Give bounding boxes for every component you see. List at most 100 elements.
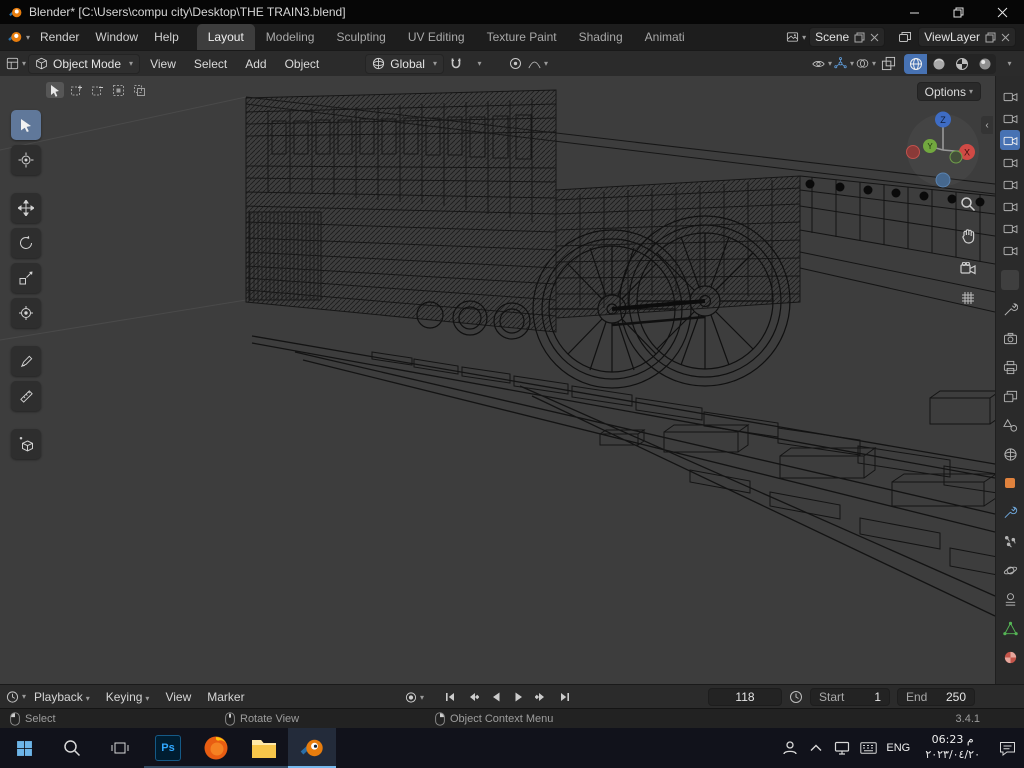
- scene-tab-icon[interactable]: [999, 414, 1021, 436]
- shading-material-button[interactable]: [950, 54, 973, 74]
- network-icon[interactable]: [829, 728, 855, 768]
- camera-icon-active[interactable]: [1000, 130, 1020, 150]
- view-layer-field[interactable]: ViewLayer: [918, 27, 1016, 47]
- workspace-tab-sculpting[interactable]: Sculpting: [325, 24, 396, 50]
- taskbar-explorer-icon[interactable]: [240, 728, 288, 768]
- timeline-marker-menu[interactable]: Marker: [199, 690, 252, 704]
- world-tab-icon[interactable]: [999, 443, 1021, 465]
- remove-view-layer-icon[interactable]: [1001, 33, 1010, 42]
- auto-keying-icon[interactable]: [405, 688, 424, 706]
- jump-to-start-button[interactable]: [440, 688, 459, 706]
- menu-view[interactable]: View: [142, 57, 184, 71]
- new-scene-icon[interactable]: [854, 32, 865, 43]
- language-indicator[interactable]: ENG: [881, 742, 915, 754]
- camera-icon[interactable]: [1000, 218, 1020, 238]
- tray-chevron-up-icon[interactable]: [803, 728, 829, 768]
- keying-menu[interactable]: Keying: [98, 690, 158, 704]
- render-tab-icon[interactable]: [999, 327, 1021, 349]
- taskbar-photoshop-icon[interactable]: Ps: [144, 728, 192, 768]
- prev-keyframe-button[interactable]: [463, 688, 482, 706]
- menu-add[interactable]: Add: [237, 57, 274, 71]
- camera-icon[interactable]: [1000, 174, 1020, 194]
- workspace-tab-shading[interactable]: Shading: [568, 24, 634, 50]
- play-button[interactable]: [509, 688, 528, 706]
- tool-cursor[interactable]: [11, 145, 41, 175]
- tool-annotate[interactable]: [11, 346, 41, 376]
- snap-options-icon[interactable]: [468, 54, 488, 74]
- tool-rotate[interactable]: [11, 228, 41, 258]
- xray-toggle-icon[interactable]: [878, 54, 898, 74]
- perspective-toggle-icon[interactable]: [958, 288, 978, 308]
- shading-rendered-button[interactable]: [973, 54, 996, 74]
- timeline-editor-type-icon[interactable]: [6, 687, 26, 707]
- workspace-tab-texture-paint[interactable]: Texture Paint: [476, 24, 568, 50]
- current-frame-field[interactable]: 118: [708, 688, 782, 706]
- shading-dropdown-icon[interactable]: [998, 54, 1018, 74]
- gizmos-icon[interactable]: [834, 54, 854, 74]
- close-button[interactable]: [980, 0, 1024, 24]
- options-button[interactable]: Options: [916, 82, 981, 101]
- select-extend-icon[interactable]: [67, 82, 85, 98]
- workspace-tab-animation[interactable]: Animati: [634, 24, 696, 50]
- menu-object[interactable]: Object: [277, 57, 328, 71]
- tool-measure[interactable]: [11, 381, 41, 411]
- next-keyframe-button[interactable]: [532, 688, 551, 706]
- zoom-icon[interactable]: [958, 194, 978, 214]
- camera-icon[interactable]: [1000, 86, 1020, 106]
- proportional-editing-icon[interactable]: [506, 54, 526, 74]
- start-button[interactable]: [0, 728, 48, 768]
- new-view-layer-icon[interactable]: [985, 32, 996, 43]
- material-tab-icon[interactable]: [999, 646, 1021, 668]
- taskbar-firefox-icon[interactable]: [192, 728, 240, 768]
- select-invert-icon[interactable]: [109, 82, 127, 98]
- remove-scene-icon[interactable]: [870, 33, 879, 42]
- snap-magnet-icon[interactable]: [446, 54, 466, 74]
- taskbar-blender-icon[interactable]: [288, 728, 336, 768]
- camera-icon[interactable]: [1000, 196, 1020, 216]
- object-tab-icon[interactable]: [999, 472, 1021, 494]
- menu-render[interactable]: Render: [32, 24, 87, 50]
- action-center-icon[interactable]: [990, 728, 1024, 768]
- browse-scene-icon[interactable]: [786, 27, 806, 47]
- object-data-tab-icon[interactable]: [999, 617, 1021, 639]
- modifiers-tab-icon[interactable]: [999, 501, 1021, 523]
- end-frame-field[interactable]: End 250: [897, 688, 975, 706]
- taskbar-search-button[interactable]: [48, 728, 96, 768]
- navigation-gizmo[interactable]: Z X Y: [903, 110, 983, 190]
- playback-menu[interactable]: Playback: [26, 690, 98, 704]
- pan-hand-icon[interactable]: [958, 226, 978, 246]
- camera-icon[interactable]: [1000, 108, 1020, 128]
- select-intersect-icon[interactable]: [130, 82, 148, 98]
- blender-menu-icon[interactable]: [7, 29, 30, 45]
- scene-name-field[interactable]: Scene: [809, 27, 886, 47]
- start-frame-field[interactable]: Start 1: [810, 688, 890, 706]
- taskbar-clock[interactable]: 06:23 م ٢٠٢٣/٠٤/٢٠: [915, 733, 990, 763]
- tool-scale[interactable]: [11, 263, 41, 293]
- viewport-3d[interactable]: Options ‹ Z X Y: [0, 76, 995, 684]
- workspace-tab-modeling[interactable]: Modeling: [255, 24, 326, 50]
- tool-add-cube[interactable]: [11, 429, 41, 459]
- select-subtract-icon[interactable]: [88, 82, 106, 98]
- shading-wireframe-button[interactable]: [904, 53, 927, 74]
- visibility-icon[interactable]: [812, 54, 832, 74]
- tool-select-box[interactable]: [11, 110, 41, 140]
- timeline-view-menu[interactable]: View: [157, 690, 199, 704]
- constraints-tab-icon[interactable]: [999, 588, 1021, 610]
- tool-transform[interactable]: [11, 298, 41, 328]
- mode-selector[interactable]: Object Mode: [28, 53, 141, 74]
- camera-view-icon[interactable]: [958, 258, 978, 278]
- people-icon[interactable]: [777, 728, 803, 768]
- minimize-button[interactable]: [892, 0, 936, 24]
- touch-keyboard-icon[interactable]: [855, 728, 881, 768]
- jump-to-end-button[interactable]: [555, 688, 574, 706]
- menu-window[interactable]: Window: [87, 24, 146, 50]
- output-tab-icon[interactable]: [999, 356, 1021, 378]
- transform-orientation-selector[interactable]: Global: [365, 53, 444, 74]
- select-set-icon[interactable]: [46, 82, 64, 98]
- task-view-button[interactable]: [96, 728, 144, 768]
- tool-move[interactable]: [11, 193, 41, 223]
- proportional-falloff-icon[interactable]: [528, 54, 548, 74]
- camera-icon[interactable]: [1000, 240, 1020, 260]
- camera-icon[interactable]: [1000, 152, 1020, 172]
- editor-type-icon[interactable]: [6, 54, 26, 74]
